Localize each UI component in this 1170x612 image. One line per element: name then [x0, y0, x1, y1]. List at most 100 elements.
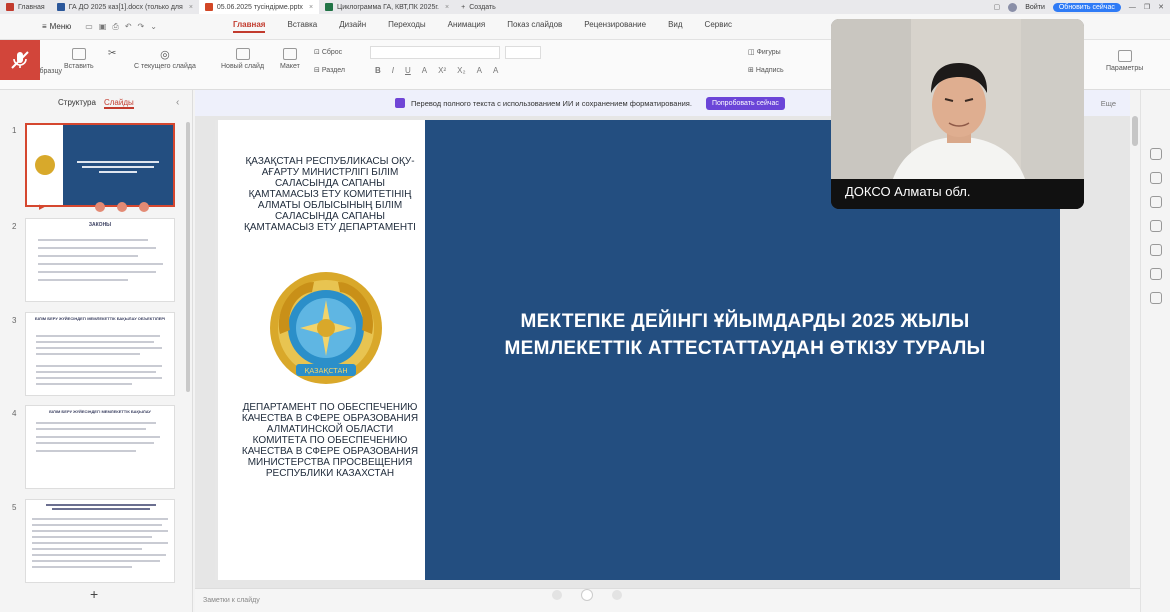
play-circle-icon: ◎ — [160, 49, 170, 61]
comment-icon[interactable] — [117, 202, 127, 212]
new-slide-button[interactable]: Новый слайд — [221, 48, 264, 70]
slide-thumb-4[interactable]: БІЛІМ БЕРУ ЖҮЙЕСІНДЕГІ МЕМЛЕКЕТТІК БАҚЫЛ… — [25, 405, 175, 489]
subscript-icon[interactable]: X₂ — [457, 66, 465, 75]
ribbon-tab-slideshow[interactable]: Показ слайдов — [507, 20, 562, 33]
slide-thumb-1[interactable] — [25, 123, 175, 207]
hamburger-icon: ≡ — [42, 22, 47, 31]
presentation-app: Главная ГА ДО 2025 каз[1].docx (только д… — [0, 0, 1170, 612]
slide-number: 4 — [12, 409, 17, 418]
slide-ru-organization-text: ДЕПАРТАМЕНТ ПО ОБЕСПЕЧЕНИЮ КАЧЕСТВА В СФ… — [241, 402, 419, 479]
canvas-scrollbar[interactable] — [1132, 116, 1138, 146]
ribbon-tab-design[interactable]: Дизайн — [339, 20, 366, 33]
copy-icon[interactable] — [1149, 196, 1162, 208]
parameters-button[interactable]: Параметры — [1106, 50, 1143, 72]
thumb-text-line — [32, 524, 162, 526]
bold-icon[interactable]: B — [375, 66, 381, 75]
ribbon-tab-tools[interactable]: Сервис — [705, 20, 732, 33]
banner-more-link[interactable]: Еще — [1101, 99, 1116, 108]
avatar-icon[interactable] — [1008, 2, 1018, 12]
ribbon-tab-transitions[interactable]: Переходы — [388, 20, 426, 33]
thumb-text-line — [36, 436, 160, 438]
format-buttons: B I U A X² X₂ A A — [375, 66, 498, 75]
text-highlight-icon[interactable]: A — [477, 66, 482, 75]
transition-icon[interactable] — [95, 202, 105, 212]
carousel-dot[interactable] — [582, 590, 592, 600]
slide-notes[interactable]: Заметки к слайду — [195, 588, 1140, 612]
caption-button[interactable]: ⊞ Надпись — [748, 66, 784, 74]
thumb-text-line — [32, 554, 166, 556]
slides-panel: Структура Слайды ‹ 1 ▶ 2 ЗАКОНЫ 3 БІЛІМ … — [0, 90, 193, 612]
reset-label: Сброс — [321, 49, 343, 56]
folder-icon[interactable]: ▭ — [85, 22, 93, 32]
redo-icon[interactable]: ↷ — [138, 22, 145, 32]
carousel-dot[interactable] — [612, 590, 622, 600]
ribbon-tab-view[interactable]: Вид — [668, 20, 682, 33]
mic-muted-button[interactable] — [0, 40, 40, 80]
window-icon[interactable]: ▢ — [994, 3, 1001, 11]
shapes-button[interactable]: ◫ Фигуры — [748, 48, 781, 56]
carousel-dot[interactable] — [552, 590, 562, 600]
tab-slides[interactable]: Слайды — [103, 98, 134, 109]
strikethrough-icon[interactable]: A — [422, 66, 427, 75]
add-slide-button[interactable]: + — [90, 586, 98, 602]
ribbon-tab-animation[interactable]: Анимация — [448, 20, 486, 33]
main-menu-button[interactable]: ≡ Меню — [34, 22, 79, 31]
chevron-down-icon[interactable]: ⌄ — [150, 22, 157, 32]
minimize-icon[interactable]: — — [1129, 4, 1136, 11]
undo-icon[interactable]: ↶ — [125, 22, 132, 32]
tab-home[interactable]: Главная — [0, 0, 51, 14]
play-slide-icon[interactable]: ▶ — [39, 203, 44, 211]
superscript-icon[interactable]: X² — [438, 66, 446, 75]
tab-structure[interactable]: Структура — [58, 98, 96, 109]
history-icon[interactable] — [1149, 268, 1162, 280]
from-current-slide-button[interactable]: ◎ С текущего слайда — [134, 48, 196, 70]
new-tab-button[interactable]: + Создать — [455, 0, 502, 14]
new-slide-label: Новый слайд — [221, 63, 265, 70]
underline-icon[interactable]: U — [405, 66, 411, 75]
shapes-icon: ◫ — [748, 49, 757, 56]
ribbon-tab-home[interactable]: Главная — [232, 20, 266, 33]
font-family-select[interactable] — [370, 46, 500, 59]
reset-button[interactable]: ⊡ Сброс — [314, 48, 342, 56]
login-link[interactable]: Войти — [1025, 4, 1045, 11]
thumb-text-line — [36, 442, 154, 444]
panel-scrollbar[interactable] — [186, 122, 190, 392]
close-tab-icon[interactable]: × — [309, 4, 313, 11]
font-color-icon[interactable]: A — [493, 66, 498, 75]
tab-docx[interactable]: ГА ДО 2025 каз[1].docx (только для × — [51, 0, 199, 14]
ribbon-tab-review[interactable]: Рецензирование — [584, 20, 646, 33]
italic-icon[interactable]: I — [392, 66, 394, 75]
try-now-button[interactable]: Попробовать сейчас — [705, 96, 785, 110]
restore-icon[interactable]: ❐ — [1144, 3, 1150, 11]
font-size-select[interactable] — [505, 46, 541, 59]
section-button[interactable]: ⊟ Раздел — [314, 66, 345, 74]
help-icon[interactable] — [1149, 292, 1162, 304]
cursor-icon[interactable] — [1149, 172, 1162, 184]
kazakhstan-emblem-icon: ҚАЗАҚСТАН — [270, 272, 382, 384]
cut-button[interactable]: ✂ — [108, 48, 116, 59]
star-icon[interactable] — [1149, 220, 1162, 232]
thumb-text-line — [32, 560, 160, 562]
print-icon[interactable]: ⎙ — [112, 22, 118, 32]
ribbon-tab-insert[interactable]: Вставка — [287, 20, 317, 33]
slide-thumb-3[interactable]: БІЛІМ БЕРУ ЖҮЙЕСІНДЕГІ МЕМЛЕКЕТТІК БАҚЫЛ… — [25, 312, 175, 396]
close-window-icon[interactable]: ✕ — [1158, 3, 1164, 11]
slide-thumb-5[interactable] — [25, 499, 175, 583]
tab-pptx[interactable]: 05.06.2025 тусiндiрме.pptx × — [198, 0, 320, 14]
emblem-text: ҚАЗАҚСТАН — [304, 367, 347, 375]
save-icon[interactable]: ▣ — [99, 22, 107, 32]
chevron-left-icon[interactable]: ‹ — [176, 97, 179, 108]
add-icon[interactable] — [139, 202, 149, 212]
tab-xlsx[interactable]: Циклограмма ГА, КВТ,ПК 2025г. × — [319, 0, 455, 14]
close-tab-icon[interactable]: × — [445, 4, 449, 11]
layout-button[interactable]: Макет — [280, 48, 300, 70]
video-call-overlay[interactable]: ДОКСО Алматы обл. — [831, 19, 1084, 209]
properties-icon[interactable] — [1149, 148, 1162, 160]
share-icon[interactable] — [1149, 244, 1162, 256]
slide-thumb-2[interactable]: ЗАКОНЫ — [25, 218, 175, 302]
update-now-button[interactable]: Обновить сейчас — [1052, 2, 1121, 12]
close-tab-icon[interactable]: × — [189, 4, 193, 11]
thumb-heading: ЗАКОНЫ — [88, 222, 112, 228]
thumb-text-line — [36, 341, 154, 343]
paste-button[interactable]: Вставить — [64, 48, 94, 70]
